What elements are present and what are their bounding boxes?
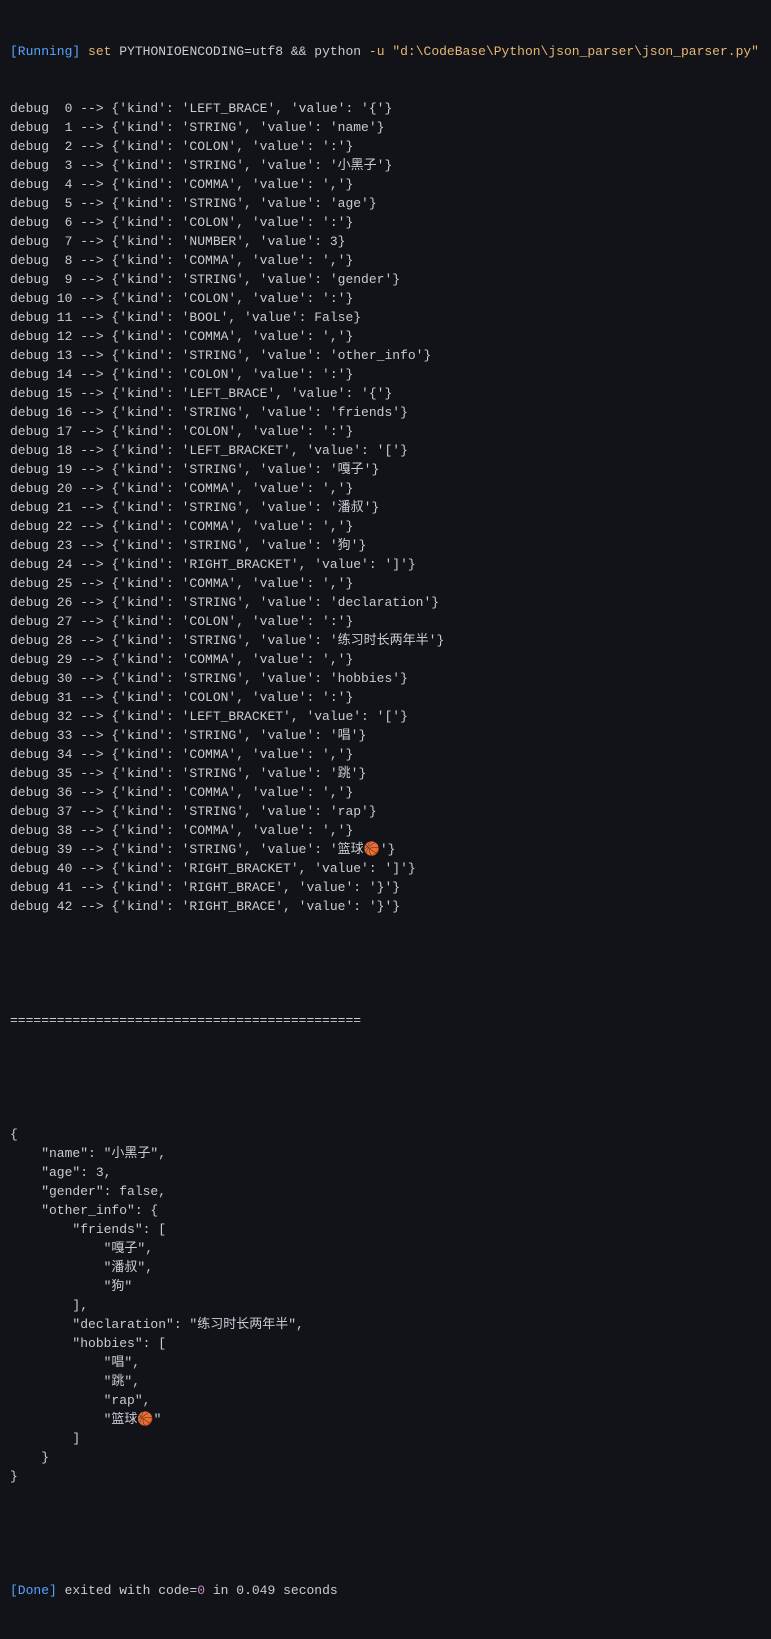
- debug-line: debug 35 --> {'kind': 'STRING', 'value':…: [10, 764, 761, 783]
- token-lines: debug 0 --> {'kind': 'LEFT_BRACE', 'valu…: [10, 99, 761, 916]
- debug-line: debug 12 --> {'kind': 'COMMA', 'value': …: [10, 327, 761, 346]
- debug-line: debug 21 --> {'kind': 'STRING', 'value':…: [10, 498, 761, 517]
- debug-line: debug 9 --> {'kind': 'STRING', 'value': …: [10, 270, 761, 289]
- in-text: in: [205, 1583, 236, 1598]
- debug-line: debug 31 --> {'kind': 'COLON', 'value': …: [10, 688, 761, 707]
- debug-line: debug 23 --> {'kind': 'STRING', 'value':…: [10, 536, 761, 555]
- debug-line: debug 10 --> {'kind': 'COLON', 'value': …: [10, 289, 761, 308]
- debug-line: debug 17 --> {'kind': 'COLON', 'value': …: [10, 422, 761, 441]
- debug-line: debug 22 --> {'kind': 'COMMA', 'value': …: [10, 517, 761, 536]
- done-line: [Done] exited with code=0 in 0.049 secon…: [10, 1581, 761, 1600]
- debug-line: debug 41 --> {'kind': 'RIGHT_BRACE', 'va…: [10, 878, 761, 897]
- code-value: 0: [197, 1583, 205, 1598]
- cmd-env: PYTHONIOENCODING=utf8 && python: [119, 44, 361, 59]
- debug-line: debug 18 --> {'kind': 'LEFT_BRACKET', 'v…: [10, 441, 761, 460]
- seconds-value: 0.049: [236, 1583, 275, 1598]
- debug-line: debug 33 --> {'kind': 'STRING', 'value':…: [10, 726, 761, 745]
- debug-line: debug 6 --> {'kind': 'COLON', 'value': '…: [10, 213, 761, 232]
- cmd-flag: -u: [369, 44, 385, 59]
- seconds-label: seconds: [275, 1583, 337, 1598]
- exited-text: exited with: [57, 1583, 158, 1598]
- debug-line: debug 24 --> {'kind': 'RIGHT_BRACKET', '…: [10, 555, 761, 574]
- debug-line: debug 2 --> {'kind': 'COLON', 'value': '…: [10, 137, 761, 156]
- debug-line: debug 3 --> {'kind': 'STRING', 'value': …: [10, 156, 761, 175]
- debug-line: debug 27 --> {'kind': 'COLON', 'value': …: [10, 612, 761, 631]
- debug-line: debug 39 --> {'kind': 'STRING', 'value':…: [10, 840, 761, 859]
- debug-line: debug 32 --> {'kind': 'LEFT_BRACKET', 'v…: [10, 707, 761, 726]
- debug-line: debug 16 --> {'kind': 'STRING', 'value':…: [10, 403, 761, 422]
- blank-line: [10, 954, 761, 973]
- running-label: [Running]: [10, 44, 80, 59]
- debug-line: debug 34 --> {'kind': 'COMMA', 'value': …: [10, 745, 761, 764]
- debug-line: debug 29 --> {'kind': 'COMMA', 'value': …: [10, 650, 761, 669]
- debug-line: debug 5 --> {'kind': 'STRING', 'value': …: [10, 194, 761, 213]
- debug-line: debug 4 --> {'kind': 'COMMA', 'value': '…: [10, 175, 761, 194]
- debug-line: debug 14 --> {'kind': 'COLON', 'value': …: [10, 365, 761, 384]
- debug-line: debug 38 --> {'kind': 'COMMA', 'value': …: [10, 821, 761, 840]
- json-output: { "name": "小黑子", "age": 3, "gender": fal…: [10, 1125, 761, 1486]
- debug-line: debug 30 --> {'kind': 'STRING', 'value':…: [10, 669, 761, 688]
- debug-line: debug 1 --> {'kind': 'STRING', 'value': …: [10, 118, 761, 137]
- debug-line: debug 15 --> {'kind': 'LEFT_BRACE', 'val…: [10, 384, 761, 403]
- debug-line: debug 40 --> {'kind': 'RIGHT_BRACKET', '…: [10, 859, 761, 878]
- debug-line: debug 8 --> {'kind': 'COMMA', 'value': '…: [10, 251, 761, 270]
- blank-line: [10, 1068, 761, 1087]
- debug-line: debug 20 --> {'kind': 'COMMA', 'value': …: [10, 479, 761, 498]
- debug-line: debug 13 --> {'kind': 'STRING', 'value':…: [10, 346, 761, 365]
- code-label: code=: [158, 1583, 197, 1598]
- done-label: [Done]: [10, 1583, 57, 1598]
- debug-line: debug 26 --> {'kind': 'STRING', 'value':…: [10, 593, 761, 612]
- debug-line: debug 37 --> {'kind': 'STRING', 'value':…: [10, 802, 761, 821]
- debug-line: debug 7 --> {'kind': 'NUMBER', 'value': …: [10, 232, 761, 251]
- debug-line: debug 28 --> {'kind': 'STRING', 'value':…: [10, 631, 761, 650]
- debug-line: debug 11 --> {'kind': 'BOOL', 'value': F…: [10, 308, 761, 327]
- cmd-path: "d:\CodeBase\Python\json_parser\json_par…: [392, 44, 759, 59]
- cmd-set: set: [88, 44, 111, 59]
- debug-line: debug 25 --> {'kind': 'COMMA', 'value': …: [10, 574, 761, 593]
- debug-line: debug 19 --> {'kind': 'STRING', 'value':…: [10, 460, 761, 479]
- debug-line: debug 36 --> {'kind': 'COMMA', 'value': …: [10, 783, 761, 802]
- separator: ========================================…: [10, 1011, 761, 1030]
- debug-line: debug 42 --> {'kind': 'RIGHT_BRACE', 'va…: [10, 897, 761, 916]
- terminal-output: [Running] set PYTHONIOENCODING=utf8 && p…: [0, 0, 771, 1639]
- debug-line: debug 0 --> {'kind': 'LEFT_BRACE', 'valu…: [10, 99, 761, 118]
- run-header: [Running] set PYTHONIOENCODING=utf8 && p…: [10, 42, 761, 61]
- blank-line: [10, 1524, 761, 1543]
